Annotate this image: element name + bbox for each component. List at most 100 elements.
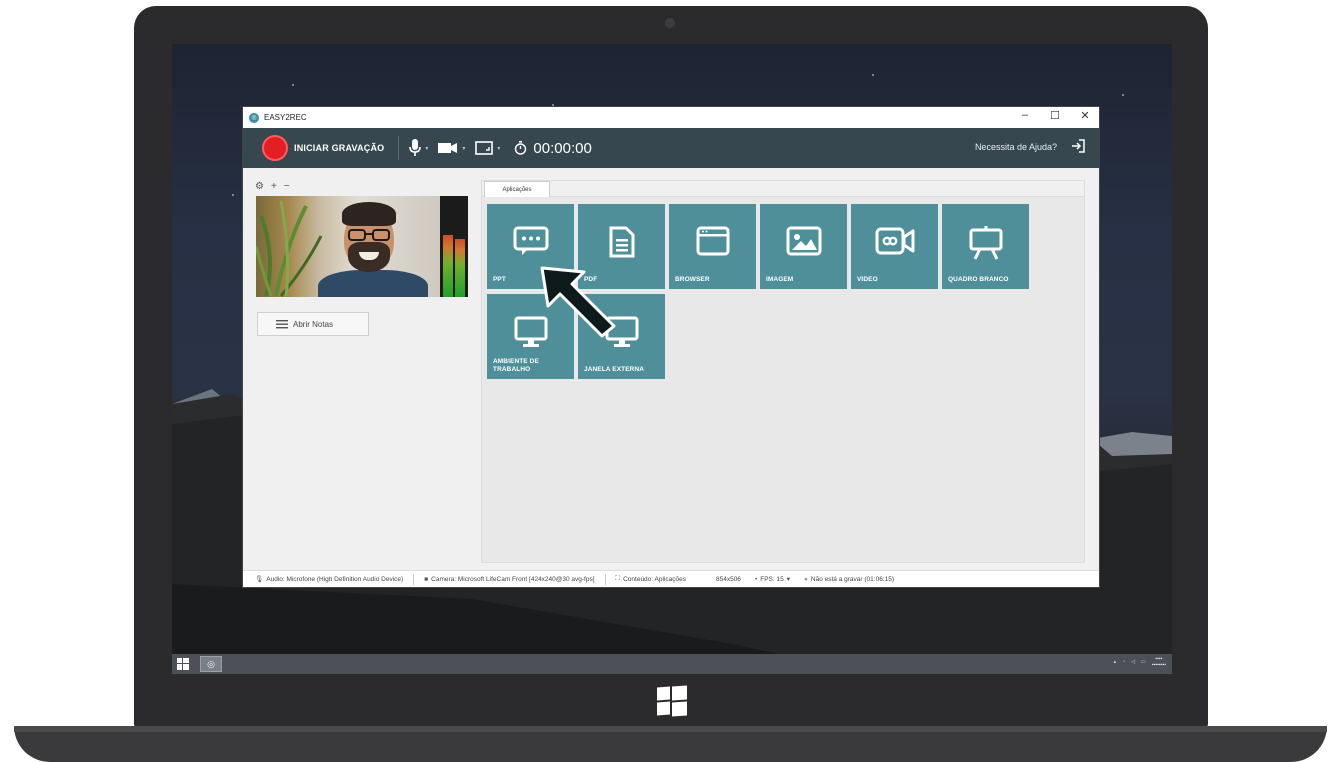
- plant-image: [256, 200, 323, 297]
- star: [1122, 94, 1124, 96]
- tile-label: BROWSER: [675, 276, 710, 283]
- start-button[interactable]: [172, 654, 194, 674]
- main-toolbar: INICIAR GRAVAÇÃO ▾ ▾ ▾ 00:00:00 Necessit…: [243, 128, 1099, 168]
- star: [292, 84, 294, 86]
- status-bar: 🎙︎ Audio: Microfone (High Definition Aud…: [243, 570, 1099, 587]
- image-icon: [786, 226, 821, 256]
- status-resolution: 854x506: [716, 576, 741, 583]
- tile-label: IMAGEM: [766, 276, 794, 283]
- status-fps[interactable]: • FPS: 15 ▾: [754, 575, 790, 584]
- video-camera-icon: [875, 227, 914, 255]
- content-panel: Aplicações PPT PDF BROWSER IMAGEM VIDEO …: [481, 180, 1085, 563]
- taskbar-easy2rec-icon[interactable]: ◎: [200, 656, 222, 672]
- exit-icon[interactable]: [1071, 139, 1085, 158]
- microphone-icon: [409, 139, 422, 156]
- close-button[interactable]: ✕: [1077, 109, 1093, 122]
- notes-lines-icon: [276, 319, 288, 328]
- tray-arrow-icon[interactable]: ▴: [1114, 659, 1117, 665]
- webcam-preview: [256, 196, 440, 297]
- status-content: ⛶ Conteúdo: Aplicações: [616, 575, 686, 583]
- tile-whiteboard[interactable]: QUADRO BRANCO: [942, 204, 1029, 289]
- whiteboard-icon: [969, 226, 1002, 260]
- window-title: EASY2REC: [264, 113, 307, 122]
- recording-status-icon: ●: [803, 575, 808, 583]
- window-controls: – ☐ ✕: [1017, 109, 1093, 122]
- timer-value: 00:00:00: [533, 139, 592, 157]
- zoom-in-icon[interactable]: +: [271, 181, 277, 192]
- document-icon: [609, 226, 634, 258]
- tray-action-center-icon[interactable]: ▭: [1141, 659, 1146, 665]
- tile-label: PPT: [493, 276, 506, 283]
- open-notes-button[interactable]: Abrir Notas: [257, 312, 369, 336]
- audio-level-left: [443, 235, 453, 297]
- chevron-down-icon: ▾: [425, 145, 429, 152]
- person-hair: [342, 202, 396, 226]
- laptop-base-edge: [14, 726, 1327, 732]
- status-camera-text: Camera: Microsoft LifeCam Front [424x240…: [431, 575, 595, 583]
- open-notes-label: Abrir Notas: [293, 319, 334, 329]
- status-fps-text: FPS: 15: [760, 575, 784, 583]
- video-camera-icon: [438, 143, 458, 153]
- status-camera: ■ Camera: Microsoft LifeCam Front [424x2…: [424, 576, 594, 583]
- easy2rec-window: ◎ EASY2REC – ☐ ✕ INICIAR GRAVAÇÃO ▾ ▾ ▾ …: [243, 107, 1099, 587]
- toolbar-divider: [398, 136, 400, 160]
- browser-window-icon: [696, 226, 729, 256]
- minimize-button[interactable]: –: [1017, 109, 1033, 122]
- chevron-down-icon: ▾: [497, 145, 501, 152]
- star: [232, 194, 234, 196]
- record-label[interactable]: INICIAR GRAVAÇÃO: [294, 143, 384, 153]
- gear-icon[interactable]: ⚙: [255, 181, 264, 192]
- tray-clock[interactable]: ▪▪▪▪ ▪▪▪▪▪▪▪▪: [1152, 656, 1166, 668]
- pointer-arrow-icon: [540, 266, 616, 338]
- record-button[interactable]: [262, 135, 288, 161]
- status-resolution-text: 854x506: [715, 575, 741, 583]
- status-recording-text: Não está a gravar (01:06:15): [810, 575, 895, 583]
- person-shirt: [318, 270, 428, 297]
- system-tray: ▴ ◔ ◁ ▭ ▪▪▪▪ ▪▪▪▪▪▪▪▪: [1114, 656, 1166, 668]
- tab-applications[interactable]: Aplicações: [484, 181, 550, 197]
- window-titlebar: ◎ EASY2REC – ☐ ✕: [243, 107, 1099, 128]
- stopwatch-icon: [515, 141, 527, 155]
- microphone-icon: 🎙︎: [255, 576, 264, 583]
- tab-strip: Aplicações: [482, 181, 1084, 197]
- star: [872, 74, 874, 76]
- screen-capture-icon: [475, 141, 494, 155]
- chat-bubble-icon: [513, 226, 548, 255]
- help-link[interactable]: Necessita de Ajuda?: [975, 142, 1057, 152]
- tray-network-icon[interactable]: ◔: [1122, 659, 1125, 665]
- status-recording: ● Não está a gravar (01:06:15): [804, 576, 894, 583]
- tile-label: VIDEO: [857, 276, 878, 283]
- camera-controls: ⚙ + −: [255, 181, 290, 192]
- windows-start-icon: [177, 658, 189, 670]
- easy2rec-logo-icon: ◎: [249, 112, 259, 123]
- status-audio-text: Audio: Microfone (High Definition Audio …: [266, 575, 404, 583]
- audio-level-right: [455, 239, 465, 297]
- status-divider: [413, 573, 415, 585]
- video-camera-icon: ■: [424, 575, 429, 583]
- status-audio: 🎙︎ Audio: Microfone (High Definition Aud…: [255, 575, 404, 584]
- zoom-out-icon[interactable]: −: [284, 181, 290, 192]
- recording-timer: 00:00:00: [514, 139, 592, 157]
- chevron-down-icon: ▾: [462, 145, 466, 152]
- status-divider: [604, 573, 606, 585]
- dot-icon: •: [754, 575, 758, 583]
- audio-level-meter: [440, 196, 468, 297]
- tray-volume-icon[interactable]: ◁: [1131, 659, 1135, 665]
- screen-capture-icon: ⛶: [615, 575, 621, 582]
- chevron-down-icon: ▾: [786, 576, 790, 583]
- maximize-button[interactable]: ☐: [1047, 109, 1063, 122]
- tile-label: AMBIENTE DE TRABALHO: [493, 358, 539, 373]
- taskbar: ◎ ▴ ◔ ◁ ▭ ▪▪▪▪ ▪▪▪▪▪▪▪▪: [172, 654, 1172, 674]
- windows-logo-icon: [657, 685, 687, 717]
- tile-browser[interactable]: BROWSER: [669, 204, 756, 289]
- tile-label: QUADRO BRANCO: [948, 276, 1009, 283]
- microphone-dropdown[interactable]: ▾: [409, 139, 428, 157]
- person-glasses: [348, 229, 390, 241]
- left-panel: ⚙ + − Abrir Notas: [243, 168, 479, 570]
- tile-label: JANELA EXTERNA: [584, 366, 645, 373]
- laptop-camera: [665, 18, 675, 28]
- screen-area-dropdown[interactable]: ▾: [475, 141, 500, 155]
- tile-image[interactable]: IMAGEM: [760, 204, 847, 289]
- camera-dropdown[interactable]: ▾: [438, 142, 465, 154]
- tile-video[interactable]: VIDEO: [851, 204, 938, 289]
